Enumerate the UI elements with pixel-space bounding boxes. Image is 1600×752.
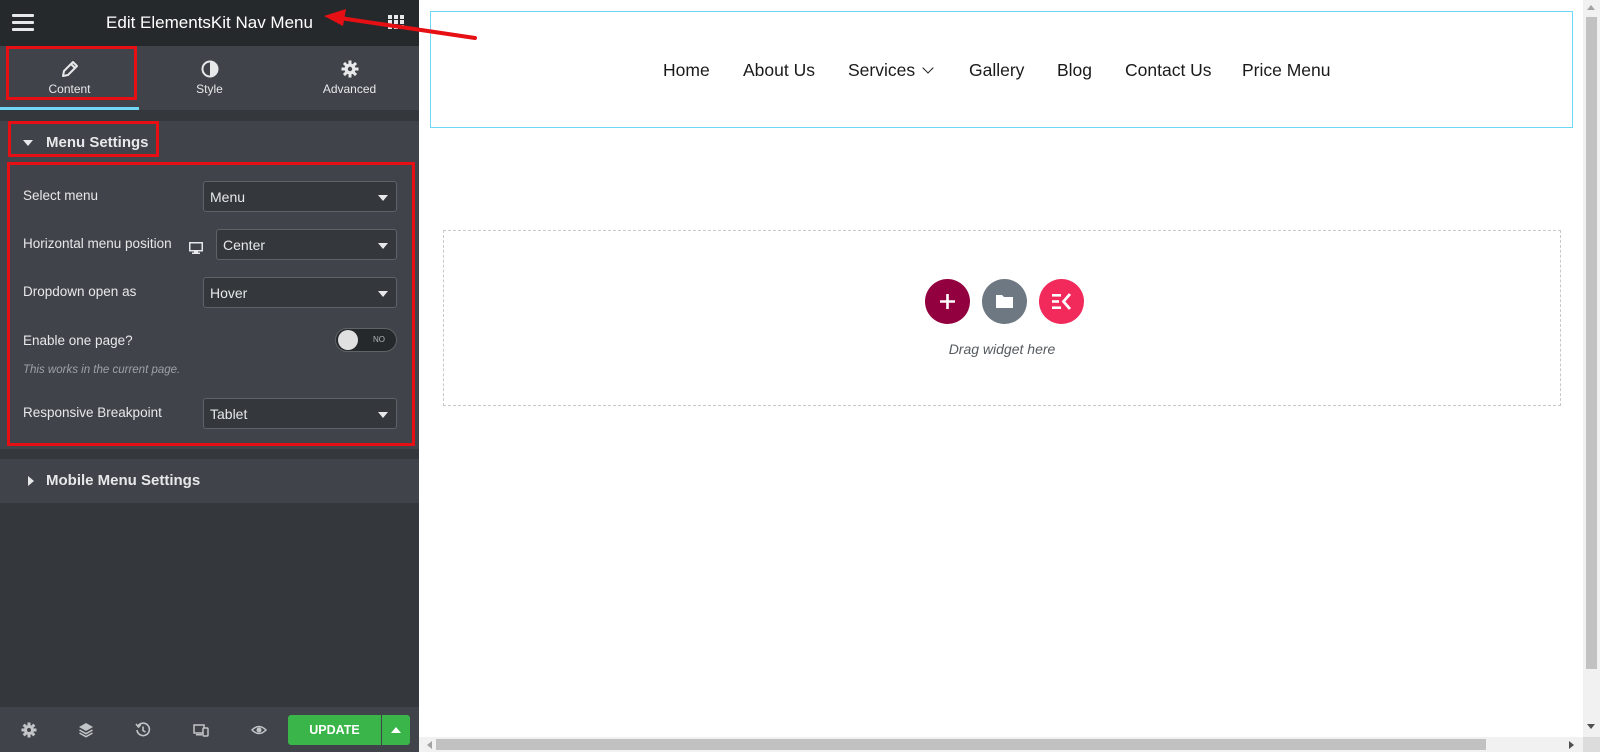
vertical-scrollbar[interactable] xyxy=(1583,0,1600,737)
pencil-icon xyxy=(61,61,78,77)
annotation-arrow-icon xyxy=(324,9,477,40)
caret-right-icon xyxy=(28,476,34,486)
nav-menu-widget[interactable]: Home About Us Services Gallery Blog Cont… xyxy=(430,11,1573,128)
menu-settings-toggle[interactable]: Menu Settings xyxy=(0,121,419,165)
scroll-down-icon[interactable] xyxy=(1587,724,1595,729)
nav-item-price-menu[interactable]: Price Menu xyxy=(1242,60,1331,81)
update-options-button[interactable] xyxy=(382,715,410,745)
plus-icon xyxy=(940,294,955,309)
horizontal-scroll-thumb[interactable] xyxy=(436,739,1486,750)
caret-up-icon xyxy=(391,727,401,733)
dropdown-open-label: Dropdown open as xyxy=(23,284,137,299)
one-page-helper-text: This works in the current page. xyxy=(23,364,181,376)
chevron-down-icon xyxy=(378,243,388,249)
nav-item-services-label: Services xyxy=(848,60,916,80)
toggle-knob xyxy=(338,330,358,350)
scroll-left-icon[interactable] xyxy=(427,741,432,749)
add-widget-button[interactable] xyxy=(925,279,970,324)
nav-item-contact-us[interactable]: Contact Us xyxy=(1125,60,1212,81)
nav-item-gallery[interactable]: Gallery xyxy=(969,60,1024,81)
elementskit-logo-icon xyxy=(1052,293,1072,310)
breakpoint-dropdown[interactable]: Tablet xyxy=(203,398,397,429)
nav-item-about-us[interactable]: About Us xyxy=(743,60,815,81)
tab-style-label: Style xyxy=(196,82,223,96)
select-menu-value: Menu xyxy=(210,189,246,205)
tab-content[interactable]: Content xyxy=(0,46,139,110)
template-library-button[interactable] xyxy=(982,279,1027,324)
menu-settings-section: Menu Settings Select menu Menu Horizonta… xyxy=(0,121,419,449)
editor-panel: Edit ElementsKit Nav Menu Content Style xyxy=(0,0,419,752)
page-preview: Home About Us Services Gallery Blog Cont… xyxy=(419,0,1583,737)
folder-icon xyxy=(996,295,1013,308)
nav-item-blog[interactable]: Blog xyxy=(1057,60,1092,81)
dropdown-open-value: Hover xyxy=(210,285,248,301)
chevron-down-icon xyxy=(378,412,388,418)
responsive-icon[interactable] xyxy=(193,722,209,738)
one-page-toggle[interactable]: NO xyxy=(335,328,397,352)
panel-footer: UPDATE xyxy=(0,707,419,752)
nav-item-home[interactable]: Home xyxy=(663,60,710,81)
scroll-right-icon[interactable] xyxy=(1569,741,1574,749)
horizontal-position-dropdown[interactable]: Center xyxy=(216,229,397,260)
horizontal-scrollbar[interactable] xyxy=(419,737,1583,752)
widget-drop-zone[interactable]: Drag widget here xyxy=(443,230,1561,406)
half-circle-icon xyxy=(201,60,218,78)
eye-icon[interactable] xyxy=(251,722,267,738)
toggle-state-text: NO xyxy=(373,335,385,344)
tab-content-label: Content xyxy=(48,82,91,96)
one-page-label: Enable one page? xyxy=(23,333,133,348)
select-menu-dropdown[interactable]: Menu xyxy=(203,181,397,212)
dropdown-open-dropdown[interactable]: Hover xyxy=(203,277,397,308)
breakpoint-value: Tablet xyxy=(210,406,248,422)
layers-icon[interactable] xyxy=(78,722,94,738)
select-menu-label: Select menu xyxy=(23,188,99,203)
vertical-scroll-thumb[interactable] xyxy=(1586,17,1597,669)
nav-item-services[interactable]: Services xyxy=(848,60,934,81)
panel-tabs: Content Style Advanced xyxy=(0,46,419,110)
mobile-menu-settings-toggle[interactable]: Mobile Menu Settings xyxy=(0,459,419,503)
menu-settings-title: Menu Settings xyxy=(46,134,149,151)
horizontal-position-label: Horizontal menu position xyxy=(23,236,172,251)
history-icon[interactable] xyxy=(135,722,151,738)
elementskit-button[interactable] xyxy=(1039,279,1084,324)
chevron-down-icon xyxy=(378,195,388,201)
tab-style[interactable]: Style xyxy=(140,46,279,110)
scroll-up-icon[interactable] xyxy=(1587,5,1595,10)
chevron-down-icon xyxy=(922,62,934,74)
drop-zone-hint: Drag widget here xyxy=(948,341,1056,357)
breakpoint-label: Responsive Breakpoint xyxy=(23,405,162,420)
mobile-menu-settings-title: Mobile Menu Settings xyxy=(46,472,201,489)
caret-down-icon xyxy=(23,140,33,146)
scrollbar-corner xyxy=(1583,737,1600,752)
update-button[interactable]: UPDATE xyxy=(288,715,381,745)
settings-icon[interactable] xyxy=(21,722,37,738)
tab-advanced-label: Advanced xyxy=(322,82,377,96)
chevron-down-icon xyxy=(378,291,388,297)
gear-icon xyxy=(341,60,358,78)
tab-advanced[interactable]: Advanced xyxy=(280,46,419,110)
horizontal-position-value: Center xyxy=(223,237,266,253)
desktop-icon[interactable] xyxy=(189,242,203,254)
